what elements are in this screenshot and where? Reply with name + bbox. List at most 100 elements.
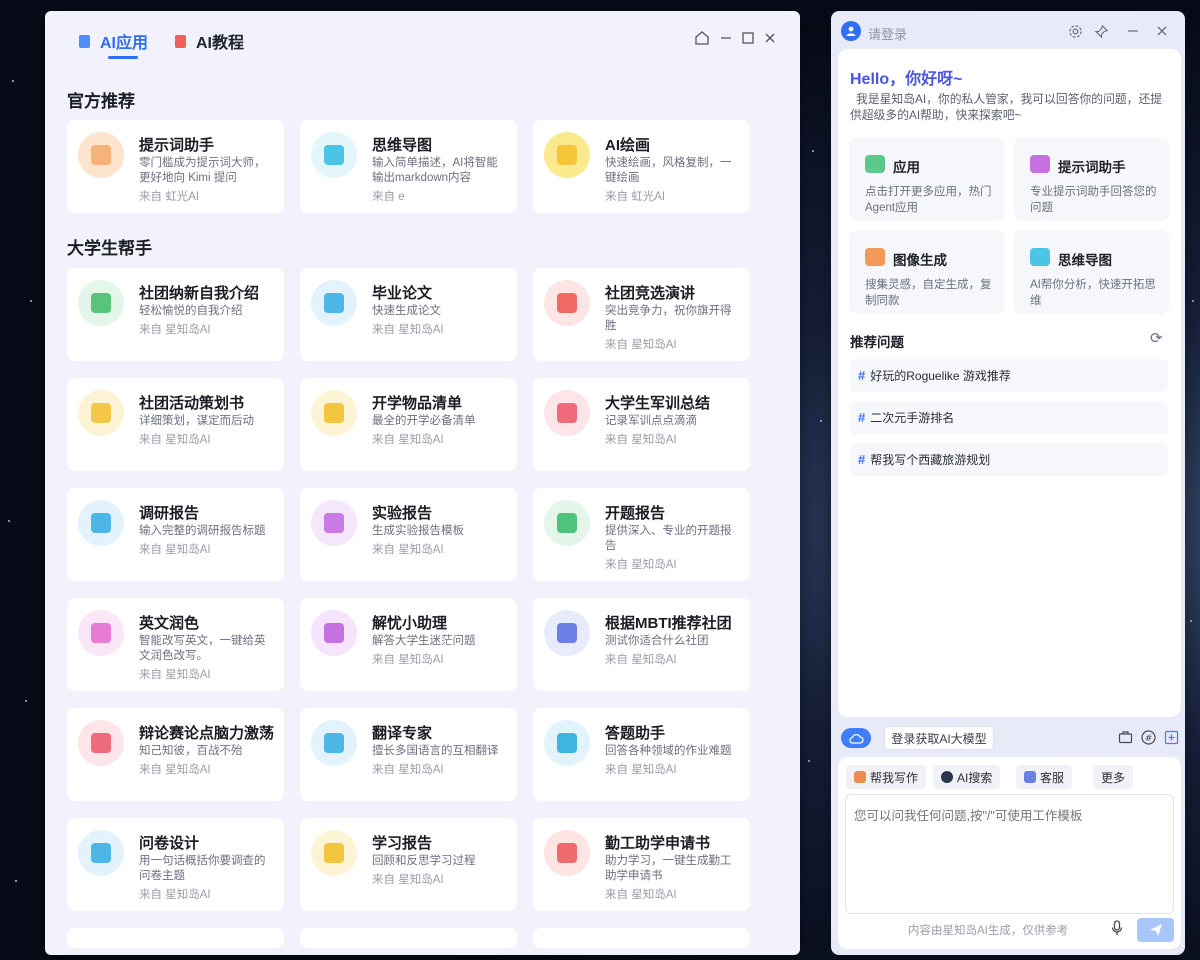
tutorial-icon xyxy=(175,34,186,48)
app-card[interactable]: 翻译专家 擅长多国语言的互相翻译 来自 星知岛AI xyxy=(300,708,517,801)
settings-button[interactable] xyxy=(1065,21,1085,41)
person-icon xyxy=(91,293,111,313)
section-title-official: 官方推荐 xyxy=(67,92,135,111)
app-card[interactable]: 开题报告 提供深入、专业的开题报告 来自 星知岛AI xyxy=(533,488,750,581)
app-card[interactable]: 思维导图 输入简单描述，AI将智能输出markdown内容 来自 e xyxy=(300,120,517,213)
feature-title: 思维导图 xyxy=(1058,253,1112,268)
ai-search-icon xyxy=(941,771,953,783)
tab-ai-apps[interactable]: AI应用 xyxy=(79,29,148,53)
card-title: 调研报告 xyxy=(139,505,200,522)
close-button[interactable] xyxy=(1152,21,1172,41)
card-title: 根据MBTI推荐社团 xyxy=(605,615,732,632)
card-title: 解忧小助理 xyxy=(372,615,448,632)
feature-title: 应用 xyxy=(893,160,920,175)
recommend-text: 帮我写个西藏旅游规划 xyxy=(870,453,991,467)
card-source: 来自 星知岛AI xyxy=(605,559,677,571)
minimize-button[interactable] xyxy=(1123,21,1143,41)
maximize-icon xyxy=(742,32,754,44)
feature-card[interactable]: 提示词助手 专业提示词助手回答您的问题 xyxy=(1014,137,1169,221)
check-person-icon xyxy=(557,733,577,753)
card-title: 实验报告 xyxy=(372,505,433,522)
close-icon xyxy=(1157,26,1167,36)
app-card[interactable]: 答题助手 回答各种领域的作业难题 来自 星知岛AI xyxy=(533,708,750,801)
app-card[interactable]: 英文润色 智能改写英文，一键给英文润色改写。 来自 星知岛AI xyxy=(67,598,284,691)
refresh-icon[interactable]: ⟳ xyxy=(1150,329,1163,347)
new-chat-button[interactable] xyxy=(1162,728,1180,746)
avatar[interactable] xyxy=(841,21,861,41)
send-button[interactable] xyxy=(1137,918,1174,942)
add-icon xyxy=(1164,730,1178,744)
minimize-button[interactable] xyxy=(715,27,737,49)
card-icon-bg xyxy=(78,610,124,656)
card-icon-bg xyxy=(78,132,124,178)
card-desc: 生成实验报告模板 xyxy=(372,525,464,537)
microphone-icon[interactable] xyxy=(1111,920,1123,939)
cloud-model-button[interactable] xyxy=(841,728,871,748)
document-icon xyxy=(79,34,90,48)
app-card[interactable]: 毕业论文 快速生成论文 来自 星知岛AI xyxy=(300,268,517,361)
card-source: 来自 星知岛AI xyxy=(372,544,444,556)
app-card[interactable]: 开学物品清单 最全的开学必备清单 来自 星知岛AI xyxy=(300,378,517,471)
chip-more[interactable]: 更多 xyxy=(1093,765,1134,789)
app-card[interactable]: 勤工助学申请书 助力学习，一键生成勤工助学申请书 来自 星知岛AI xyxy=(533,818,750,911)
feature-desc: AI帮你分析，快速开拓思维 xyxy=(1030,279,1156,307)
feature-card[interactable]: 应用 点击打开更多应用，热门Agent应用 xyxy=(849,137,1004,221)
window-titlebar: AI应用 AI教程 xyxy=(45,11,800,71)
app-card[interactable]: 社团纳新自我介绍 轻松愉悦的自我介绍 来自 星知岛AI xyxy=(67,268,284,361)
group-icon xyxy=(557,623,577,643)
app-card[interactable]: 学习报告 回顾和反思学习过程 来自 星知岛AI xyxy=(300,818,517,911)
card-desc: 轻松愉悦的自我介绍 xyxy=(139,305,243,317)
tab-ai-tutorial[interactable]: AI教程 xyxy=(175,29,244,53)
app-card[interactable]: 实验报告生成实验报告模板 来自 星知岛AI xyxy=(300,488,517,581)
app-card[interactable]: 解忧小助理 解答大学生迷茫问题 来自 星知岛AI xyxy=(300,598,517,691)
chat-input[interactable] xyxy=(845,794,1174,914)
close-button[interactable] xyxy=(759,27,781,49)
minimize-icon xyxy=(1128,30,1138,32)
building-icon xyxy=(91,513,111,533)
cloud-icon xyxy=(849,733,864,744)
mindmap-icon xyxy=(324,145,344,165)
feature-desc: 搜集灵感，自定生成，复制同款 xyxy=(865,279,992,307)
card-desc: 擅长多国语言的互相翻译 xyxy=(372,745,499,757)
recommend-item[interactable]: # 帮我写个西藏旅游规划 xyxy=(850,443,1168,476)
chip-service[interactable]: 客服 xyxy=(1016,765,1073,789)
chip-ai-search[interactable]: AI搜索 xyxy=(933,765,1001,789)
card-title: 社团竞选演讲 xyxy=(605,285,696,302)
app-card[interactable]: 大学生军训总结 记录军训点点滴滴 来自 星知岛AI xyxy=(533,378,750,471)
card-title: 辩论赛论点脑力激荡 xyxy=(139,725,275,742)
app-card[interactable]: 社团活动策划书 详细策划，谋定而后动 来自 星知岛AI xyxy=(67,378,284,471)
recommend-item[interactable]: # 二次元手游排名 xyxy=(850,401,1168,434)
card-source: 来自 星知岛AI xyxy=(372,764,444,776)
card-source: 来自 虹光AI xyxy=(605,191,666,203)
card-source: 来自 星知岛AI xyxy=(139,764,211,776)
app-card[interactable]: AI绘画 快速绘画，风格复制，一键绘画 来自 虹光AI xyxy=(533,120,750,213)
maximize-button[interactable] xyxy=(737,27,759,49)
topic-button[interactable]: # xyxy=(1139,728,1157,746)
app-card-partial[interactable] xyxy=(300,928,517,948)
hashtag-icon: # xyxy=(858,368,866,383)
app-card[interactable]: 调研报告 输入完整的调研报告标题 来自 星知岛AI xyxy=(67,488,284,581)
app-card[interactable]: 问卷设计 用一句话概括你要调查的问卷主题 来自 星知岛AI xyxy=(67,818,284,911)
card-icon-bg xyxy=(544,830,590,876)
section-title-college: 大学生帮手 xyxy=(67,239,152,258)
app-card-partial[interactable] xyxy=(67,928,284,948)
pin-button[interactable] xyxy=(1091,21,1111,41)
recommend-item[interactable]: # 好玩的Roguelike 游戏推荐 xyxy=(850,359,1168,392)
card-icon-bg xyxy=(544,610,590,656)
feature-card[interactable]: 图像生成 搜集灵感，自定生成，复制同款 xyxy=(849,230,1004,314)
app-card[interactable]: 根据MBTI推荐社团 测试你适合什么社团 来自 星知岛AI xyxy=(533,598,750,691)
greeting-intro: 我是星知岛AI，你的私人管家，我可以回答你的问题，还提供超级多的AI帮助，快来探… xyxy=(850,92,1163,122)
user-icon xyxy=(846,26,856,36)
app-card[interactable]: 提示词助手 零门槛成为提示词大师，更好地向 Kimi 提问 来自 虹光AI xyxy=(67,120,284,213)
toolbox-button[interactable] xyxy=(1116,728,1134,746)
login-link[interactable]: 请登录 xyxy=(868,24,907,43)
login-model-button[interactable]: 登录获取AI大模型 xyxy=(884,726,994,750)
chip-writing[interactable]: 帮我写作 xyxy=(846,765,927,789)
pen-icon xyxy=(854,771,866,783)
app-card[interactable]: 辩论赛论点脑力激荡 知己知彼，百战不殆 来自 星知岛AI xyxy=(67,708,284,801)
app-card-partial[interactable] xyxy=(533,928,750,948)
app-card[interactable]: 社团竞选演讲 突出竞争力，祝你旗开得胜 来自 星知岛AI xyxy=(533,268,750,361)
chat-area: Hello，你好呀~ 我是星知岛AI，你的私人管家，我可以回答你的问题，还提供超… xyxy=(838,49,1181,717)
home-button[interactable] xyxy=(691,27,713,49)
feature-card[interactable]: 思维导图 AI帮你分析，快速开拓思维 xyxy=(1014,230,1169,314)
